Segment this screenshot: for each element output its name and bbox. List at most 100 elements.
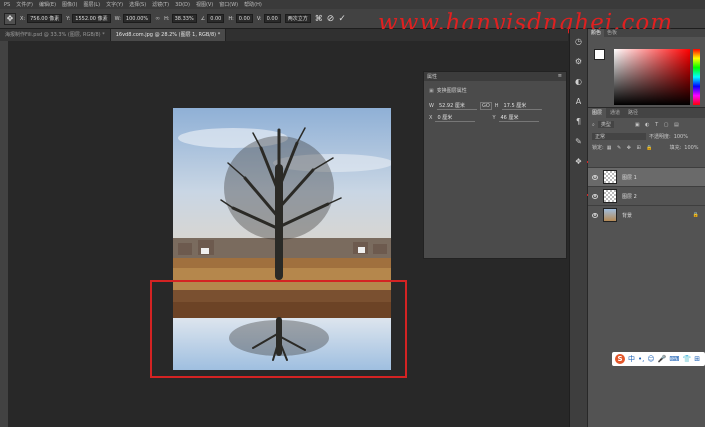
link-icon[interactable]: ∞ <box>155 15 160 22</box>
menu-item-filter[interactable]: 滤镜(T) <box>152 1 169 8</box>
blend-mode-select[interactable]: 正常 <box>592 133 646 140</box>
fill-label: 填充: <box>669 145 682 151</box>
link-dimensions-button[interactable]: GO <box>479 102 492 110</box>
cancel-transform-icon[interactable]: ⊘ <box>327 14 335 24</box>
eye-icon[interactable] <box>592 174 598 180</box>
layer-name[interactable]: 图层 1 <box>622 174 637 181</box>
grid-icon[interactable]: ⊞ <box>694 355 700 363</box>
adjustments-icon[interactable]: ◐ <box>572 75 586 89</box>
h-field[interactable]: 38.33% <box>171 14 197 23</box>
tab-channels[interactable]: 通道 <box>606 108 624 118</box>
hskew-field[interactable]: 0.00 <box>235 14 253 23</box>
color-tab[interactable]: 颜色 <box>588 29 605 37</box>
w-field[interactable]: 100.00% <box>122 14 152 23</box>
w-label: W: <box>114 15 121 22</box>
vskew-field[interactable]: 0.00 <box>263 14 281 23</box>
menu-item-type[interactable]: 文字(Y) <box>106 1 123 8</box>
toolbox <box>0 41 8 427</box>
y-icon: Y <box>492 115 496 121</box>
tab-document-2[interactable]: 16vd8.com.jpg @ 28.2% (图层 1, RGB/8) * <box>110 29 227 41</box>
menu-item-layer[interactable]: 图层(L) <box>83 1 100 8</box>
swatches-tab[interactable]: 色板 <box>604 29 620 37</box>
ime-language-toggle[interactable]: 中 <box>628 354 635 364</box>
color-spectrum[interactable] <box>614 49 690 105</box>
properties-icon[interactable]: ⚙ <box>572 55 586 69</box>
menu-item-edit[interactable]: 编辑(E) <box>39 1 56 8</box>
layer-name[interactable]: 背景 <box>622 212 632 219</box>
panel-icon-strip: ◷ ⚙ ◐ A ¶ ✎ ❖ <box>569 29 587 427</box>
eye-icon[interactable] <box>592 193 598 199</box>
layer-row-background[interactable]: 背景 🔒 <box>588 205 705 224</box>
layer-list: 图层 1 图层 2 背景 🔒 <box>588 167 705 224</box>
menu-item-ps[interactable]: PS <box>4 2 10 8</box>
layer-thumbnail <box>603 208 617 222</box>
x-field[interactable]: 756.00 像素 <box>27 14 63 23</box>
filter-search-icon: ⌕ <box>592 121 595 128</box>
interpolation-select[interactable]: 两次立方 <box>284 14 311 23</box>
h-label: H: <box>164 15 170 22</box>
layer-row-1[interactable]: 图层 1 <box>588 167 705 186</box>
brush-icon[interactable]: ✎ <box>572 135 586 149</box>
hskew-label: H: <box>228 15 234 22</box>
properties-panel: 属性 ≡ ▣ 变换图层属性 W 52.92 厘米 GO H 17.5 厘米 X … <box>423 71 567 259</box>
y-label: Y: <box>66 15 71 22</box>
layers-panel: 图层 通道 路径 ⌕ 类型 ▣ ◐ T ▢ ▤ 正常 不透明度: 100% 锁定… <box>588 107 705 427</box>
menu-item-file[interactable]: 文件(F) <box>16 1 33 8</box>
props-h-field[interactable]: 17.5 厘米 <box>501 102 542 110</box>
warp-icon[interactable]: ⌘ <box>315 14 323 23</box>
color-panel: 颜色 色板 <box>588 29 705 107</box>
document-tabs: 海报制作Fili.psd @ 33.3% (图层, RGB/8) * 16vd8… <box>0 29 568 41</box>
paragraph-icon[interactable]: ¶ <box>572 115 586 129</box>
layer-kind-filter[interactable]: 类型 <box>597 121 614 128</box>
hue-slider[interactable] <box>693 49 700 105</box>
h-icon: H <box>494 103 499 109</box>
menu-bar: PS 文件(F) 编辑(E) 图像(I) 图层(L) 文字(Y) 选择(S) 滤… <box>0 0 705 9</box>
commit-transform-icon[interactable]: ✓ <box>338 14 346 24</box>
properties-title: 属性 <box>427 74 438 80</box>
layer-thumbnail <box>603 170 617 184</box>
layer-row-2[interactable]: 图层 2 <box>588 186 705 205</box>
tab-layers[interactable]: 图层 <box>588 108 607 118</box>
emoji-icon[interactable]: ☺ <box>647 355 654 363</box>
menu-item-image[interactable]: 图像(I) <box>62 1 77 8</box>
properties-subtitle: 变换图层属性 <box>436 88 467 94</box>
menu-item-window[interactable]: 窗口(W) <box>219 1 238 8</box>
x-icon: X <box>429 115 433 121</box>
props-w-field[interactable]: 52.92 厘米 <box>436 102 477 110</box>
history-icon[interactable]: ◷ <box>572 35 586 49</box>
eye-icon[interactable] <box>592 212 598 218</box>
foreground-color-swatch[interactable] <box>594 49 605 60</box>
props-y-field[interactable]: 46 厘米 <box>498 114 539 122</box>
ime-toolbar[interactable]: S 中 •, ☺ 🎤 ⌨ 👕 ⊞ <box>612 352 705 366</box>
y-field[interactable]: 1552.00 像素 <box>72 14 111 23</box>
menu-item-view[interactable]: 视图(V) <box>196 1 213 8</box>
lock-label: 锁定: <box>592 145 604 151</box>
angle-icon: ∠ <box>200 15 206 22</box>
angle-field[interactable]: 0.00 <box>207 14 225 23</box>
filter-icons[interactable]: ▣ ◐ T ▢ ▤ <box>635 122 681 128</box>
transform-layer-icon: ▣ <box>429 87 434 94</box>
panel-menu-icon[interactable]: ≡ <box>558 73 562 79</box>
skin-icon[interactable]: 👕 <box>683 355 692 363</box>
menu-item-select[interactable]: 选择(S) <box>129 1 146 8</box>
props-x-field[interactable]: 0 厘米 <box>435 114 476 122</box>
opacity-label: 不透明度: <box>649 134 671 140</box>
vskew-label: V: <box>256 15 262 22</box>
transform-selection-highlight <box>150 280 407 378</box>
layer-name[interactable]: 图层 2 <box>622 193 637 200</box>
tab-paths[interactable]: 路径 <box>624 108 642 118</box>
x-label: X: <box>20 15 26 22</box>
fill-field[interactable]: 100% <box>684 145 698 151</box>
lock-icons[interactable]: ▦ ✎ ✥ ⊞ 🔒 <box>607 145 655 151</box>
move-tool-icon[interactable]: ✥ <box>4 12 16 25</box>
tab-document-1[interactable]: 海报制作Fili.psd @ 33.3% (图层, RGB/8) * <box>0 29 111 41</box>
microphone-icon[interactable]: 🎤 <box>658 355 667 363</box>
opacity-field[interactable]: 100% <box>674 134 688 140</box>
clone-source-icon[interactable]: ❖ <box>572 155 586 169</box>
sogou-logo: S <box>615 354 625 364</box>
menu-item-3d[interactable]: 3D(D) <box>175 2 190 8</box>
menu-item-help[interactable]: 帮助(H) <box>244 1 262 8</box>
character-icon[interactable]: A <box>572 95 586 109</box>
keyboard-icon[interactable]: ⌨ <box>669 355 679 363</box>
punctuation-icon[interactable]: •, <box>638 355 644 363</box>
